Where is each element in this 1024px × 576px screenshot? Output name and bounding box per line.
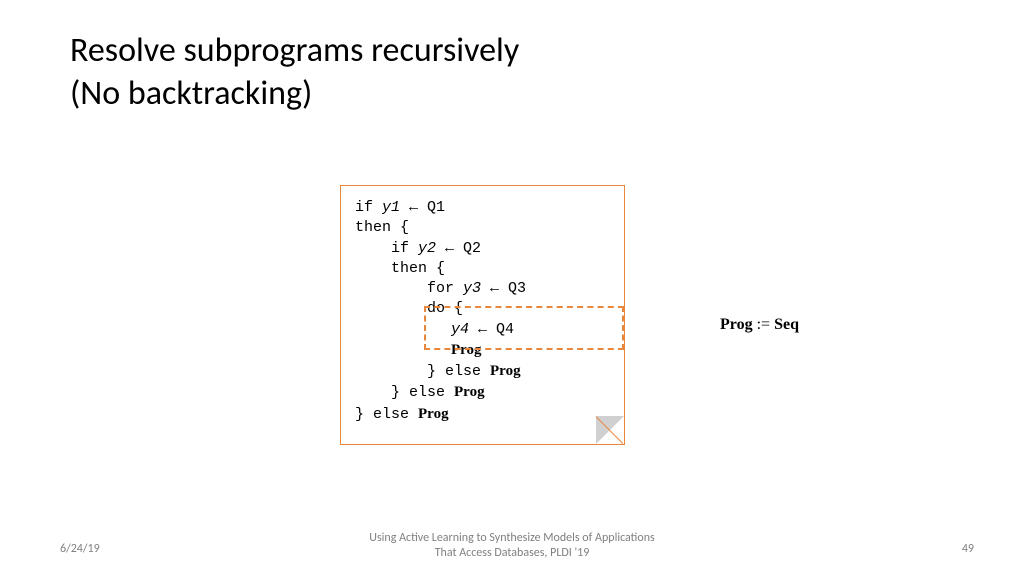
code-line-5: for y3 ← Q3 <box>355 279 610 299</box>
code-line-3: if y2 ← Q2 <box>355 239 610 259</box>
code-line-7: y4 ← Q4 <box>355 320 610 340</box>
code-line-2: then { <box>355 218 610 238</box>
code-line-9: } else Prog <box>355 361 610 382</box>
code-line-11: } else Prog <box>355 404 610 425</box>
page-fold-icon <box>596 416 624 444</box>
code-box: if y1 ← Q1 then { if y2 ← Q2 then { for … <box>340 185 625 445</box>
title-line1: Resolve subprograms recursively <box>70 30 519 71</box>
footer-page-number: 49 <box>962 542 974 556</box>
code-line-10: } else Prog <box>355 382 610 403</box>
code-line-1: if y1 ← Q1 <box>355 198 610 218</box>
slide-title: Resolve subprograms recursively (No back… <box>70 30 519 115</box>
code-line-6: do { <box>355 299 610 319</box>
title-line2: (No backtracking) <box>70 73 312 114</box>
code-line-4: then { <box>355 259 610 279</box>
grammar-rule: Prog := Seq <box>720 316 799 334</box>
footer-caption: Using Active Learning to Synthesize Mode… <box>0 531 1024 562</box>
code-line-8: Prog <box>355 340 610 361</box>
